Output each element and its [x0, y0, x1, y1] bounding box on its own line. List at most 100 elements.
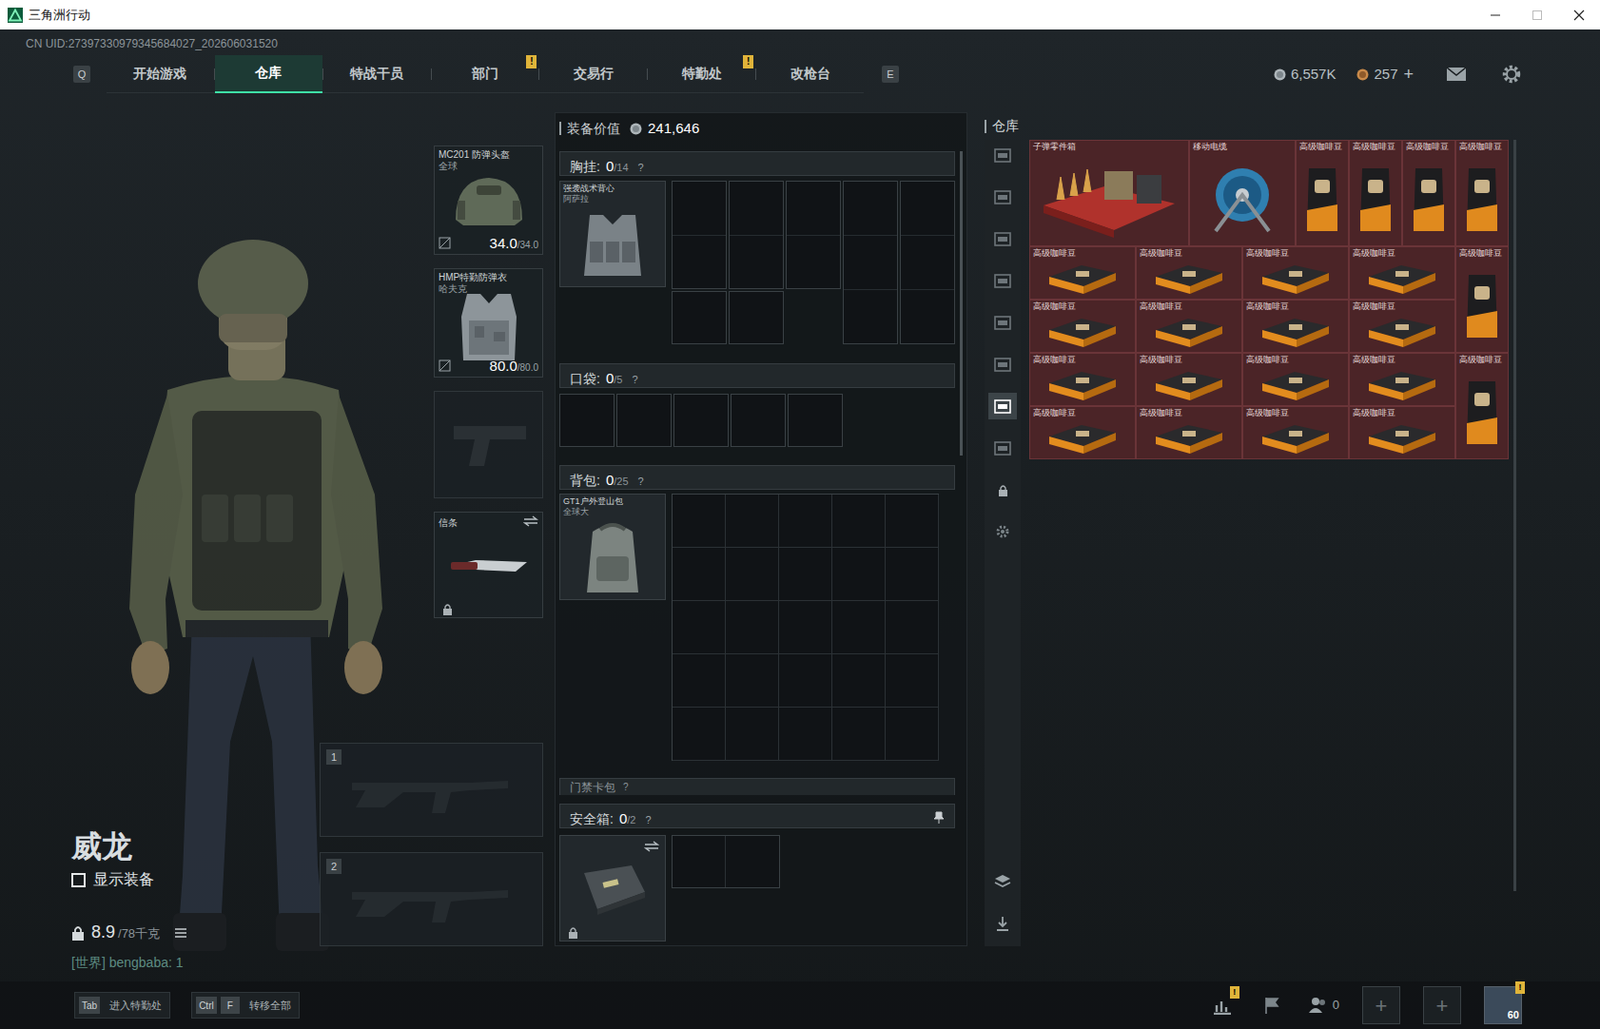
safe-help[interactable]: ? — [644, 812, 651, 829]
nav-tab[interactable]: 改枪台 — [756, 55, 864, 94]
minimize-icon[interactable] — [1474, 0, 1517, 30]
warehouse-item[interactable]: 高级咖啡豆 — [1242, 246, 1349, 300]
warehouse-item[interactable]: 高级咖啡豆 — [1029, 246, 1136, 300]
mail-icon[interactable] — [1445, 66, 1467, 82]
rig-cell[interactable] — [900, 181, 955, 236]
add-currency-button[interactable]: + — [1403, 61, 1414, 88]
warehouse-item[interactable]: 高级咖啡豆 — [1135, 246, 1243, 300]
backpack-help[interactable]: ? — [638, 473, 644, 490]
show-equipment-toggle[interactable]: 显示装备 — [71, 868, 249, 892]
settings-gear-icon[interactable] — [1501, 63, 1522, 85]
nav-tab[interactable]: 特勤处! — [647, 55, 756, 94]
backpack-cell[interactable] — [779, 547, 833, 602]
nav-tab[interactable]: 开始游戏 — [106, 55, 215, 94]
warehouse-item[interactable]: 高级咖啡豆 — [1029, 352, 1136, 407]
backpack-cell[interactable] — [779, 654, 833, 708]
rig-cell[interactable] — [843, 181, 898, 236]
locked-page-icon[interactable] — [988, 476, 1017, 504]
backpack-cell[interactable] — [832, 494, 886, 548]
nav-tab[interactable]: 交易行 — [539, 55, 647, 94]
rig-cell[interactable] — [786, 181, 840, 236]
transfer-icon[interactable] — [988, 910, 1017, 937]
rig-cell[interactable] — [729, 292, 783, 344]
warehouse-page-tab-icon[interactable] — [988, 434, 1017, 462]
rig-cell[interactable] — [900, 235, 955, 291]
warehouse-item[interactable]: 高级咖啡豆 — [1348, 139, 1403, 247]
rig-cell[interactable] — [672, 292, 726, 344]
player-avatar[interactable]: 60! — [1483, 986, 1522, 1025]
warehouse-item[interactable]: 高级咖啡豆 — [1029, 299, 1136, 353]
backpack-cell[interactable] — [885, 707, 939, 761]
pocket-slot[interactable] — [616, 393, 672, 448]
show-equipment-checkbox[interactable] — [71, 873, 86, 888]
rig-cell[interactable] — [843, 235, 898, 291]
backpack-cell[interactable] — [832, 601, 886, 655]
warehouse-page-tab-icon[interactable] — [988, 225, 1017, 253]
safe-slot[interactable] — [672, 836, 726, 888]
swap-icon[interactable] — [523, 515, 539, 527]
backpack-cell[interactable] — [885, 601, 939, 655]
warehouse-item[interactable]: 高级咖啡豆 — [1455, 352, 1509, 460]
pocket-slot[interactable] — [787, 393, 843, 448]
key-hint[interactable]: Tab进入特勤处 — [74, 992, 171, 1019]
rig-cell[interactable] — [672, 181, 726, 236]
pin-icon[interactable] — [933, 811, 945, 825]
rig-cell[interactable] — [672, 235, 726, 290]
warehouse-page-tab-icon[interactable] — [988, 141, 1017, 169]
swap-icon[interactable] — [643, 839, 660, 854]
team-slot-button[interactable]: + — [1423, 986, 1462, 1025]
backpack-cell[interactable] — [832, 707, 886, 761]
chest-item[interactable]: 强袭战术背心阿萨拉 — [559, 180, 666, 288]
warehouse-item[interactable]: 高级咖啡豆 — [1135, 352, 1243, 407]
backpack-cell[interactable] — [672, 494, 726, 548]
warehouse-item[interactable]: 高级咖啡豆 — [1455, 246, 1509, 353]
backpack-cell[interactable] — [672, 707, 726, 761]
warehouse-item[interactable]: 高级咖啡豆 — [1455, 139, 1509, 247]
list-icon[interactable] — [174, 927, 188, 939]
close-icon[interactable] — [1558, 0, 1600, 30]
warehouse-item[interactable]: 高级咖啡豆 — [1402, 139, 1456, 247]
pistol-slot[interactable] — [433, 390, 544, 499]
pocket-slot[interactable] — [730, 393, 786, 448]
chest-help[interactable]: ? — [638, 159, 644, 176]
pocket-slot[interactable] — [673, 393, 729, 448]
backpack-cell[interactable] — [779, 601, 833, 655]
safe-slot[interactable] — [725, 836, 780, 888]
warehouse-item[interactable]: 高级咖啡豆 — [1029, 406, 1136, 460]
warehouse-item[interactable]: 移动电缆 — [1189, 139, 1296, 247]
warehouse-item[interactable]: 高级咖啡豆 — [1135, 406, 1243, 460]
friends-button[interactable]: 0 — [1307, 995, 1340, 1015]
backpack-cell[interactable] — [885, 547, 939, 602]
warehouse-item[interactable]: 高级咖啡豆 — [1295, 139, 1349, 247]
warehouse-item[interactable]: 高级咖啡豆 — [1348, 246, 1456, 300]
backpack-cell[interactable] — [725, 707, 780, 761]
pockets-help[interactable]: ? — [631, 371, 638, 389]
warehouse-page-tab-icon[interactable] — [988, 392, 1017, 420]
backpack-cell[interactable] — [885, 494, 939, 548]
key-hint[interactable]: CtrlF转移全部 — [191, 992, 300, 1019]
warehouse-page-tab-icon[interactable] — [988, 309, 1017, 336]
warehouse-item[interactable]: 高级咖啡豆 — [1242, 352, 1349, 407]
backpack-cell[interactable] — [779, 707, 833, 761]
warehouse-page-tab-icon[interactable] — [988, 183, 1017, 211]
rig-cell[interactable] — [729, 181, 783, 236]
safe-item[interactable] — [559, 835, 666, 942]
rig-cell[interactable] — [786, 235, 840, 290]
layers-icon[interactable] — [988, 868, 1017, 896]
backpack-cell[interactable] — [832, 654, 886, 708]
backpack-cell[interactable] — [672, 547, 726, 602]
nav-tab[interactable]: 部门! — [431, 55, 540, 94]
rig-cell[interactable] — [900, 290, 955, 344]
armor-slot[interactable]: HMP特勤防弹衣哈夫克80.0/80.0 — [433, 268, 544, 378]
page-settings-gear-icon[interactable] — [988, 518, 1017, 546]
rig-cell[interactable] — [843, 290, 898, 344]
warehouse-item[interactable]: 子弹零件箱 — [1029, 139, 1190, 247]
melee-slot[interactable]: 信条 — [433, 511, 544, 619]
stats-button[interactable]: ! — [1209, 992, 1236, 1019]
backpack-cell[interactable] — [725, 601, 780, 655]
backpack-item[interactable]: GT1户外登山包全球大 — [559, 493, 666, 601]
rig-cell[interactable] — [729, 235, 783, 290]
backpack-cell[interactable] — [779, 494, 833, 548]
backpack-cell[interactable] — [725, 654, 780, 708]
warehouse-item[interactable]: 高级咖啡豆 — [1348, 406, 1456, 460]
